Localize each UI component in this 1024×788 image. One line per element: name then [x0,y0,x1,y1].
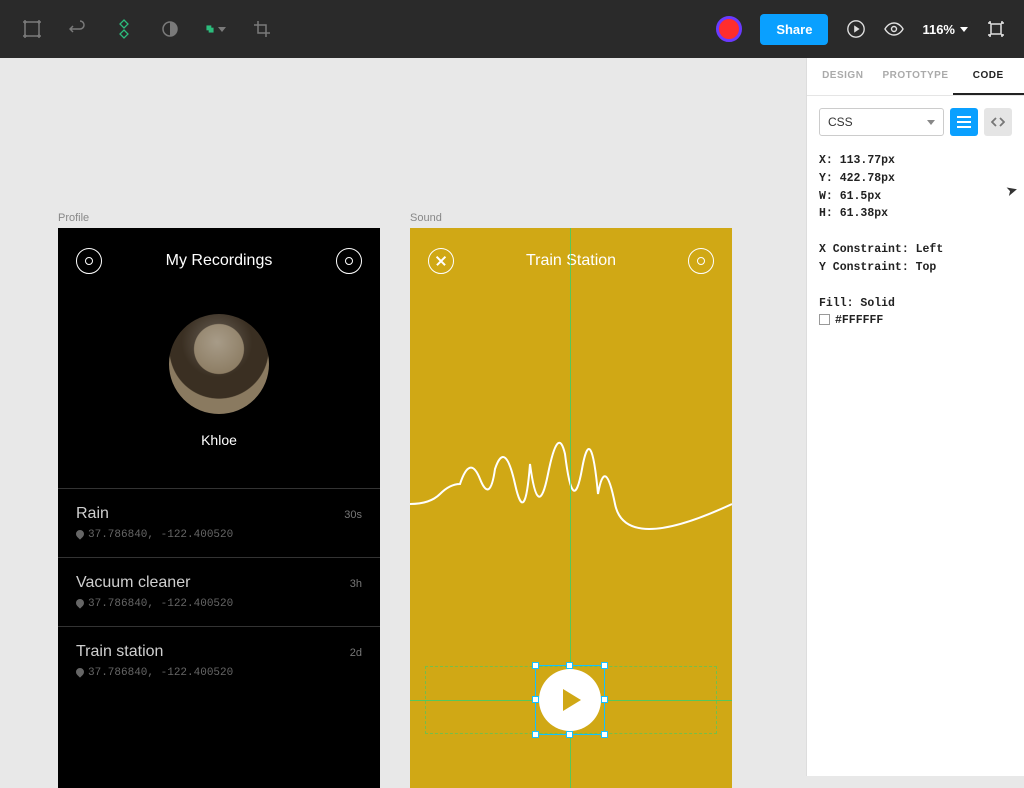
inspector-tabs: DESIGN PROTOTYPE CODE [807,58,1024,96]
profile-header: My Recordings [58,228,380,284]
zoom-value: 116% [922,22,955,37]
share-button[interactable]: Share [760,14,828,45]
recording-name: Vacuum cleaner [76,574,190,592]
sound-title: Train Station [526,252,616,270]
record-icon[interactable] [716,16,742,42]
contrast-icon[interactable] [160,19,180,39]
recording-coords: 37.786840, -122.400520 [76,667,362,679]
username: Khloe [58,432,380,448]
pin-icon [74,528,85,539]
resize-handle[interactable] [532,731,539,738]
list-item[interactable]: Vacuum cleaner 3h 37.786840, -122.400520 [58,557,380,626]
close-icon[interactable] [428,248,454,274]
profile-title: My Recordings [166,252,273,270]
crop-icon[interactable] [252,19,272,39]
list-item[interactable]: Train station 2d 37.786840, -122.400520 [58,626,380,695]
tab-design[interactable]: DESIGN [807,58,879,95]
recording-name: Rain [76,505,109,523]
zoom-level[interactable]: 116% [922,22,968,37]
artboard-sound[interactable]: Train Station [410,228,732,788]
preview-icon[interactable] [846,19,866,39]
avatar[interactable] [169,314,269,414]
combine-icon[interactable] [206,19,226,39]
location-icon[interactable] [336,248,362,274]
tab-prototype[interactable]: PROTOTYPE [879,58,953,95]
artboard-label-sound[interactable]: Sound [410,212,442,224]
recording-duration: 30s [344,509,362,521]
resize-handle[interactable] [532,662,539,669]
inspector-panel: DESIGN PROTOTYPE CODE CSS X: 113.77px Y:… [806,58,1024,776]
artboard-profile[interactable]: My Recordings Khloe Rain 30s 37.786840, -… [58,228,380,788]
eye-icon[interactable] [884,19,904,39]
resize-handle[interactable] [601,731,608,738]
pin-icon [74,666,85,677]
tab-code[interactable]: CODE [953,58,1024,95]
toolbar-right-group: Share 116% [716,14,1024,45]
record-target-icon[interactable] [76,248,102,274]
code-view-button[interactable] [984,108,1012,136]
properties-readout: X: 113.77px Y: 422.78px W: 61.5px H: 61.… [819,152,1012,330]
recording-coords: 37.786840, -122.400520 [76,598,362,610]
recording-name: Train station [76,643,163,661]
top-toolbar: Share 116% [0,0,1024,58]
inspector-body: CSS X: 113.77px Y: 422.78px W: 61.5px H:… [807,96,1024,342]
fill-swatch[interactable] [819,314,830,325]
export-icon[interactable] [986,19,1006,39]
undo-icon[interactable] [68,19,88,39]
artboard-icon[interactable] [22,19,42,39]
sound-header: Train Station [410,228,732,284]
resize-handle[interactable] [566,662,573,669]
resize-handle[interactable] [601,696,608,703]
chevron-down-icon [927,120,935,125]
toolbar-left-group [0,19,272,39]
align-icon[interactable] [114,19,134,39]
resize-handle[interactable] [532,696,539,703]
play-button-selected[interactable] [538,668,602,732]
list-item[interactable]: Rain 30s 37.786840, -122.400520 [58,488,380,557]
play-icon[interactable] [539,669,601,731]
location-icon[interactable] [688,248,714,274]
resize-handle[interactable] [566,731,573,738]
artboard-label-profile[interactable]: Profile [58,212,89,224]
resize-handle[interactable] [601,662,608,669]
canvas-area[interactable]: Profile My Recordings Khloe Rain 30s 37.7… [0,58,806,776]
recording-duration: 2d [350,647,362,659]
pin-icon [74,597,85,608]
list-view-button[interactable] [950,108,978,136]
language-select[interactable]: CSS [819,108,944,136]
language-value: CSS [828,115,853,129]
recording-duration: 3h [350,578,362,590]
waveform-icon [410,424,732,554]
recording-coords: 37.786840, -122.400520 [76,529,362,541]
